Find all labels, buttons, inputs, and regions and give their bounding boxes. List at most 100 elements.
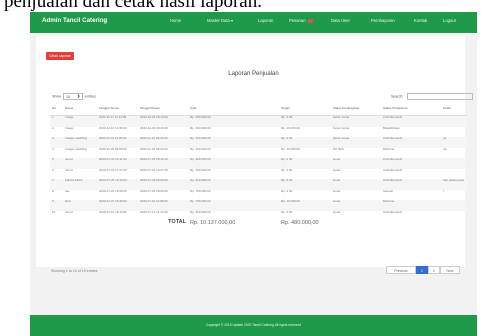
table-cell — [441, 115, 467, 127]
table-cell: lunas — [331, 178, 381, 190]
top-navbar: Admin Tancil Catering Home Master Data ▾… — [30, 12, 477, 33]
table-cell: Jerod — [63, 157, 97, 169]
column-header[interactable]: Tanggal Pesan — [138, 101, 188, 116]
chevron-down-icon: ▾ — [230, 18, 234, 23]
entries-select[interactable]: 10 ❯ — [63, 93, 83, 100]
table-cell: hari pada posisi — [441, 178, 467, 190]
pagination-page-2[interactable]: 2 — [428, 266, 440, 274]
column-header[interactable]: Tanggal Tempo — [97, 101, 138, 116]
table-cell: Diterima — [381, 199, 441, 211]
page-title: Laporan Penjualan — [228, 71, 279, 77]
pagination: Previous 1 2 Next — [386, 266, 460, 274]
table-cell: 2020-07-10 11:08:00 — [138, 199, 188, 211]
entries-select-value: 10 — [66, 94, 70, 99]
nav-item-pembayaran[interactable]: Pembayaran — [371, 18, 395, 23]
table-cell — [441, 211, 467, 222]
nav-item-home[interactable]: Home — [170, 18, 181, 23]
table-cell: Antri/ditempuh — [383, 209, 403, 214]
table-row: 5 Jerod 2020-07-31 10:11:00 2020-07-16 09:1… — [50, 157, 467, 169]
table-cell: lunas — [331, 199, 381, 211]
table-cell: Antri/ditempuh — [381, 115, 441, 127]
sales-report-table: No Nama Tanggal Tempo Tanggal Pesan Total Ong… — [50, 101, 467, 232]
column-header[interactable]: Status Pengiriman — [381, 101, 441, 116]
table-row: 10 Jerod 2020-07-16 16:13:00 2020-07-13 11:… — [50, 209, 467, 222]
pagination-next[interactable]: Next — [440, 266, 460, 274]
search-input[interactable] — [407, 93, 474, 100]
table-cell: Antri/ditempuh — [381, 157, 441, 169]
table-cell: Imagel matching — [63, 136, 97, 148]
pagination-page-1[interactable]: 1 — [416, 266, 428, 274]
table-cell — [441, 200, 467, 211]
table-cell: 10 — [52, 209, 56, 214]
table-cell: 2020-10-01 09:13:00 — [138, 115, 188, 127]
footer: Copyright © 2015 Update 2020 Tancil Cate… — [30, 315, 477, 336]
table-row: 1 Image 2020-11-11 11:13:00 2020-10-01 09:1… — [50, 115, 467, 127]
table-cell: 7 — [50, 178, 63, 190]
table-cell: belum lunas — [331, 115, 381, 127]
notification-badge — [307, 18, 313, 23]
entries-length-control: Show 10 ❯ entries — [52, 93, 96, 100]
table-cell: Rp. 310.000,00 — [188, 178, 279, 190]
app-screenshot: Admin Tancil Catering Home Master Data ▾… — [30, 12, 477, 336]
nav-item-master-data-label: Master Data — [207, 18, 230, 23]
column-header[interactable]: No — [50, 101, 63, 116]
table-cell: Fauzia Fatah — [63, 178, 97, 190]
table-cell: 5 — [50, 157, 63, 169]
table-cell: Dzul — [63, 199, 97, 211]
nav-item-laporan[interactable]: Laporan — [258, 18, 273, 23]
search-control: Search: — [391, 93, 474, 100]
table-cell: 2020-07-22 09:09:00 — [138, 178, 188, 190]
table-cell: 2020-07-16 09:11:00 — [138, 157, 188, 169]
table-cell: Jerod — [65, 209, 73, 214]
total-value: Rp. 10.137.000,00 — [190, 220, 236, 226]
table-row: 7 Fauzia Fatah 2020-07-25 10:13:00 2020-07-… — [50, 178, 467, 190]
column-header[interactable]: Status Pembayaran — [331, 101, 381, 116]
column-header[interactable]: Total — [188, 101, 279, 116]
table-cell: 2020-11-01 11:36:00 — [97, 136, 138, 148]
table-cell: 3 — [50, 136, 63, 148]
search-label: Search: — [391, 94, 404, 99]
entries-label: entries — [85, 94, 96, 99]
table-cell: Rp. 310.000,00 — [188, 136, 279, 148]
table-cell: Antri/ditempuh — [381, 178, 441, 190]
column-header[interactable]: Ongkir — [279, 101, 331, 116]
pagination-previous[interactable]: Previous — [386, 266, 416, 274]
table-cell: Rp. 0,00 — [279, 115, 331, 127]
column-header[interactable]: Nama — [63, 101, 97, 116]
table-cell: i — [443, 188, 444, 193]
table-row: 3 Imagel matching 2020-11-01 11:36:00 2020-… — [50, 136, 467, 148]
table-cell: Antri/ditempuh — [381, 136, 441, 148]
table-cell: 2020-07-25 10:13:00 — [97, 178, 138, 190]
column-header[interactable]: Detail — [441, 101, 467, 116]
table-cell: tes — [443, 146, 448, 151]
table-cell: 2020-07-27 16:30:00 — [97, 199, 138, 211]
table-cell: 2020-07-31 10:11:00 — [97, 157, 138, 169]
table-cell: Rp. 0,00 — [279, 157, 331, 169]
total-spacer — [331, 221, 467, 232]
table-header-row: No Nama Tanggal Tempo Tanggal Pesan Total Ong… — [50, 101, 467, 116]
table-cell: lunas — [331, 157, 381, 169]
nav-item-master-data[interactable]: Master Data ▾ — [207, 18, 233, 23]
show-label: Show — [52, 94, 61, 99]
nav-item-data-user[interactable]: Data User — [331, 18, 350, 23]
chevron-down-icon: ❯ — [77, 94, 80, 98]
total-label: TOTAL — [168, 219, 186, 225]
table-cell: Rp. 200.000,00 — [188, 115, 279, 127]
print-report-button[interactable]: Cetak Laporan — [46, 52, 74, 60]
nav-item-kontak[interactable]: Kontak — [414, 18, 427, 23]
nav-item-logout[interactable]: Logout — [443, 18, 456, 23]
nav-item-pesanan[interactable]: Pesanan — [289, 18, 313, 23]
table-cell: Rp. 10.000,00 — [279, 199, 331, 211]
total-row: TOTAL Rp. 10.137.000,00 Rp. 480.000,00 — [50, 219, 467, 232]
table-info: Showing 1 to 10 of 19 entries — [51, 269, 98, 273]
table-cell: Rp. 300.000,00 — [188, 157, 279, 169]
brand-title[interactable]: Admin Tancil Catering — [42, 17, 107, 24]
table-cell: 2020-11-11 11:13:00 — [97, 115, 138, 127]
total-ongkir: Rp. 480.000,00 — [281, 220, 319, 226]
table-cell: 2020-07-16 16:13:00 — [99, 209, 127, 214]
table-cell: belum lunas — [331, 136, 381, 148]
table-cell: ya — [441, 136, 467, 148]
table-cell: Rp. 700.000,00 — [188, 199, 279, 211]
table-cell: 9 — [50, 199, 63, 211]
table-cell: Image — [63, 115, 97, 127]
